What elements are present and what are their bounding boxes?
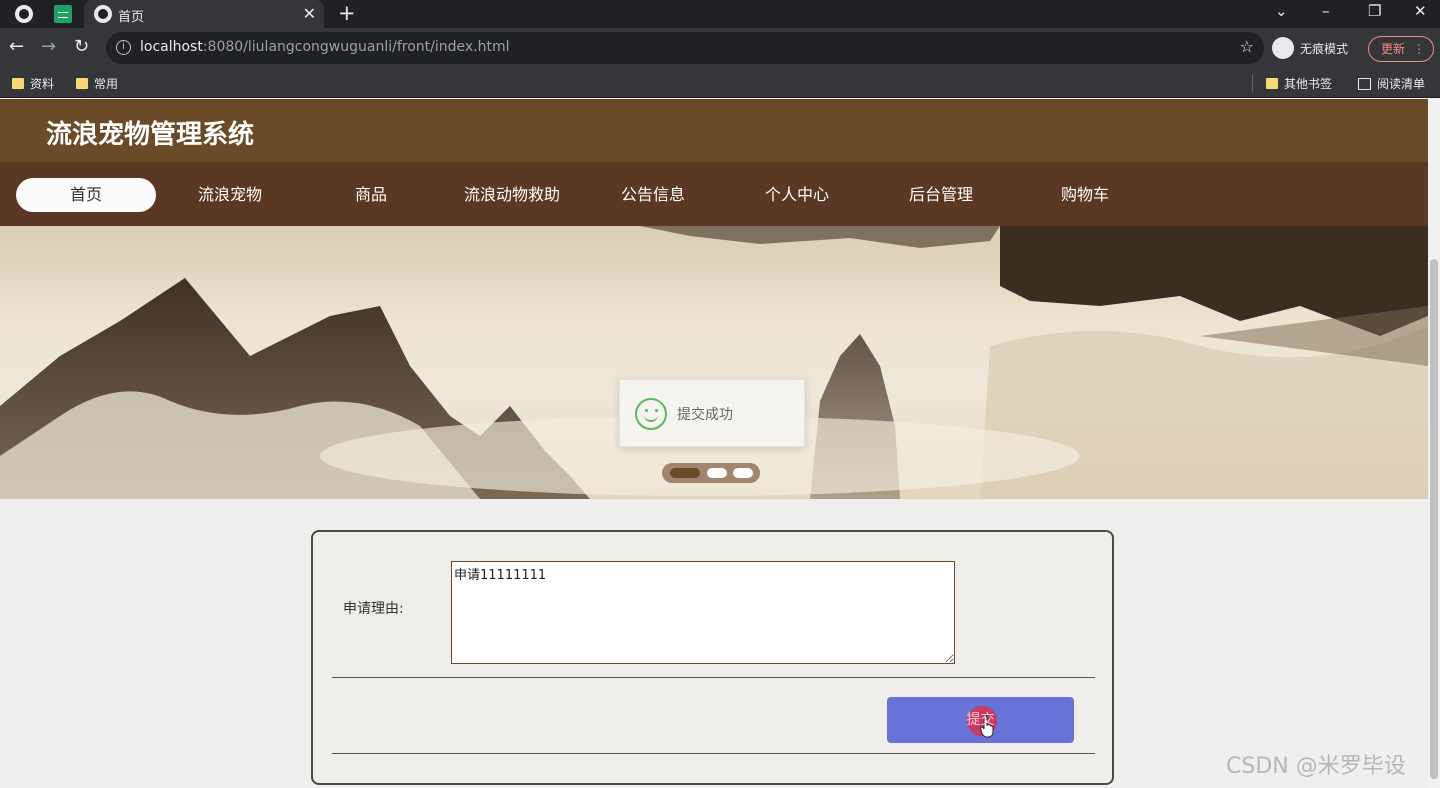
watermark: CSDN @米罗毕设 [1226,754,1406,779]
tab-home[interactable]: 首页 ✕ [84,0,324,28]
carousel-dot[interactable] [733,468,753,478]
nav-stray-pets[interactable]: 流浪宠物 [160,178,300,212]
folder-icon [1266,78,1278,89]
bookmark-label: 常用 [94,77,119,91]
address-bar[interactable]: i localhost:8080/liulangcongwuguanli/fro… [106,32,1264,64]
menu-dots-icon[interactable]: ⋮ [1413,37,1425,61]
browser-tabstrip: 首页 ✕ + ⌄ – ❐ ✕ [0,0,1440,28]
banner-image [0,226,1428,499]
back-icon[interactable]: ← [9,36,24,57]
url-text[interactable]: localhost:8080/liulangcongwuguanli/front… [140,39,510,55]
reload-icon[interactable]: ↻ [74,36,89,57]
reading-list-icon [1358,77,1371,90]
page-scrollbar[interactable] [1428,99,1440,788]
toast-message: 提交成功 [677,407,733,423]
sheets-icon[interactable] [54,5,72,23]
browser-toolbar: ← → ↻ i localhost:8080/liulangcongwuguan… [0,28,1440,68]
reading-list[interactable]: 阅读清单 [1358,75,1425,92]
reason-label: 申请理由: [343,601,404,617]
reading-list-label: 阅读清单 [1377,77,1426,91]
bookmark-folder[interactable]: 常用 [76,75,118,92]
nav-announcements[interactable]: 公告信息 [583,178,723,212]
nav-admin[interactable]: 后台管理 [871,178,1011,212]
application-form: 申请理由: 申请11111111 提交 [311,530,1114,785]
restore-icon[interactable]: ❐ [1368,2,1381,20]
bookmark-star-icon[interactable]: ☆ [1240,37,1254,56]
nav-cart[interactable]: 购物车 [1015,178,1155,212]
bookmark-folder[interactable]: 资料 [12,75,54,92]
banner-carousel[interactable] [0,226,1428,499]
main-nav: 首页 流浪宠物 商品 流浪动物救助 公告信息 个人中心 后台管理 购物车 [0,162,1428,226]
carousel-dot[interactable] [670,468,700,478]
incognito-indicator[interactable]: 无痕模式 [1272,36,1348,60]
carousel-indicators [662,463,760,483]
site-title: 流浪宠物管理系统 [46,120,255,150]
scrollbar-thumb[interactable] [1430,259,1438,779]
site-header: 流浪宠物管理系统 [0,99,1428,162]
incognito-label: 无痕模式 [1300,41,1349,56]
carousel-dot[interactable] [707,468,727,478]
folder-icon [12,78,24,89]
nav-products[interactable]: 商品 [301,178,441,212]
tab-favicon-icon [94,5,112,23]
smile-icon [635,398,667,430]
close-window-icon[interactable]: ✕ [1414,2,1427,20]
submit-label: 提交 [966,712,995,728]
info-icon[interactable]: i [116,40,131,55]
globe-icon[interactable] [15,5,33,23]
divider [332,753,1095,754]
nav-user-center[interactable]: 个人中心 [727,178,867,212]
other-bookmarks[interactable]: 其他书签 [1266,75,1332,92]
bookmark-label: 资料 [30,77,55,91]
reason-textarea[interactable]: 申请11111111 [451,561,955,664]
update-label: 更新 [1381,42,1406,56]
bookmark-separator [1252,74,1253,92]
tab-close-icon[interactable]: ✕ [303,4,316,23]
other-bookmarks-label: 其他书签 [1284,77,1333,91]
forward-icon[interactable]: → [41,36,56,57]
minimize-icon[interactable]: – [1322,2,1330,20]
bookmarks-bar: 资料 常用 其他书签 阅读清单 [0,68,1440,98]
nav-home[interactable]: 首页 [16,178,156,212]
success-toast: 提交成功 [619,379,805,447]
divider [332,677,1095,678]
new-tab-button[interactable]: + [338,1,356,25]
tab-title: 首页 [118,10,145,25]
folder-icon [76,78,88,89]
nav-rescue[interactable]: 流浪动物救助 [442,178,582,212]
tab-search-icon[interactable]: ⌄ [1275,2,1288,20]
incognito-icon [1272,37,1294,59]
update-button[interactable]: 更新 ⋮ [1368,36,1434,62]
